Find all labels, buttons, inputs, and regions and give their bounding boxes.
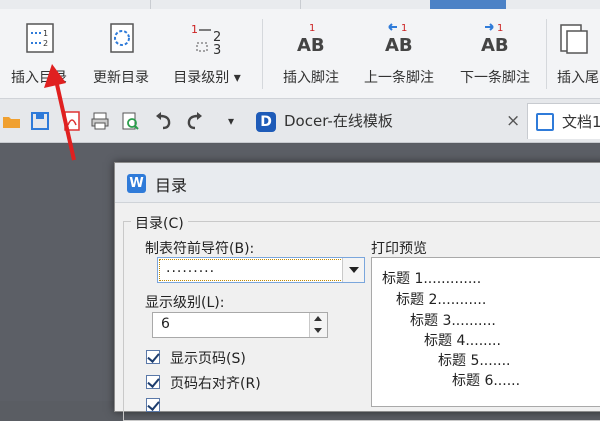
annotation-arrow [44,64,76,161]
